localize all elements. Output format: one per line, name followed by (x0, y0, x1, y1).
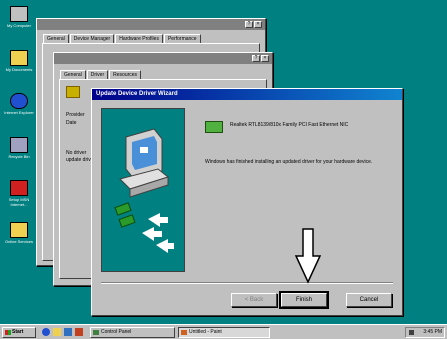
recycle-bin-icon (10, 137, 28, 153)
wizard-message: Windows has finished installing an updat… (205, 159, 373, 165)
windows-logo-icon (5, 330, 11, 335)
desktop-icon-my-documents[interactable]: My Documents (2, 50, 36, 72)
finish-button[interactable]: Finish (279, 291, 329, 309)
device-properties-tabs: General Driver Resources (60, 70, 142, 79)
wizard-art-panel (101, 108, 185, 272)
device-network-card-icon (205, 121, 223, 133)
paint-icon (181, 330, 187, 335)
tab-hardware-profiles[interactable]: Hardware Profiles (115, 34, 163, 43)
help-button[interactable]: ? (245, 21, 253, 28)
arrow-shape-1 (148, 213, 168, 227)
desktop-icon-label: Online Services (4, 239, 33, 244)
desktop-icon-label: Setup MSN Internet... (8, 197, 30, 207)
folder-icon (10, 50, 28, 66)
system-tray: 3:45 PM (405, 327, 445, 338)
help-button[interactable]: ? (252, 55, 260, 62)
task-label: Untitled - Paint (189, 329, 222, 335)
computer-icon (10, 6, 28, 22)
cancel-button[interactable]: Cancel (346, 293, 392, 307)
close-button[interactable]: × (254, 21, 262, 28)
back-button[interactable]: < Back (231, 293, 277, 307)
desktop-icon-label: Recycle Bin (8, 154, 30, 159)
arrow-outline (294, 228, 322, 284)
quick-launch-desktop-icon[interactable] (64, 328, 72, 336)
quick-launch-ie-icon[interactable] (42, 328, 50, 336)
down-arrow-icon (294, 228, 322, 284)
quick-launch-outlook-icon[interactable] (53, 328, 61, 336)
desktop-icon-label: Internet Explorer (4, 110, 34, 115)
no-driver-text: No driver (66, 150, 87, 156)
tab-device-manager[interactable]: Device Manager (69, 34, 115, 43)
system-properties-titlebar[interactable]: ? × (37, 19, 265, 30)
wizard-titlebar[interactable]: Update Device Driver Wizard (92, 89, 402, 100)
tab-performance[interactable]: Performance (163, 34, 201, 43)
control-panel-icon (93, 330, 99, 335)
start-label: Start (12, 329, 24, 335)
circuit-board-1 (114, 202, 132, 216)
task-paint[interactable]: Untitled - Paint (178, 327, 270, 338)
volume-icon[interactable] (409, 330, 414, 335)
tab-general[interactable]: General (43, 34, 69, 43)
desktop-icon-online-services[interactable]: Online Services (2, 222, 36, 244)
desktop-icon-internet-explorer[interactable]: Internet Explorer (2, 93, 36, 115)
clock[interactable]: 3:45 PM (423, 329, 442, 335)
computer-illustration-icon (114, 128, 174, 253)
desktop-icon-my-computer[interactable]: My Computer (2, 6, 36, 28)
network-card-icon (66, 86, 80, 98)
system-properties-tabs: General Device Manager Hardware Profiles Pe… (43, 34, 202, 43)
desktop-icon-setup-msn[interactable]: Setup MSN Internet... (2, 180, 36, 207)
driver-provider-label: Provider (66, 112, 85, 118)
tab-general[interactable]: General (60, 70, 86, 79)
tab-resources[interactable]: Resources (109, 70, 142, 79)
arrow-shape-3 (156, 239, 174, 253)
arrow-shape-2 (142, 227, 162, 241)
desktop-icon-label: My Computer (6, 23, 31, 28)
device-properties-titlebar[interactable]: ? × (54, 53, 272, 64)
msn-icon (10, 180, 28, 196)
wizard-title: Update Device Driver Wizard (96, 91, 178, 97)
start-button[interactable]: Start (2, 327, 36, 338)
circuit-board-2 (118, 214, 136, 228)
folder-icon (10, 222, 28, 238)
device-name: Realtek RTL8139/810x Family PCI Fast Eth… (230, 122, 349, 128)
taskbar: Start Control Panel Untitled - Paint 3:4… (0, 324, 447, 339)
screen-highlight (140, 147, 148, 153)
wizard-divider (101, 282, 393, 284)
task-control-panel[interactable]: Control Panel (90, 327, 175, 338)
driver-date-label: Date (66, 120, 77, 126)
tab-driver[interactable]: Driver (86, 70, 109, 79)
update-driver-wizard-window: Update Device Driver Wizard Realtek RTL8… (91, 88, 403, 316)
close-button[interactable]: × (261, 55, 269, 62)
desktop-icon-label: My Documents (5, 67, 33, 72)
desktop-icon-recycle-bin[interactable]: Recycle Bin (2, 137, 36, 159)
internet-explorer-icon (10, 93, 28, 109)
quick-launch-channels-icon[interactable] (75, 328, 83, 336)
task-label: Control Panel (101, 329, 132, 335)
